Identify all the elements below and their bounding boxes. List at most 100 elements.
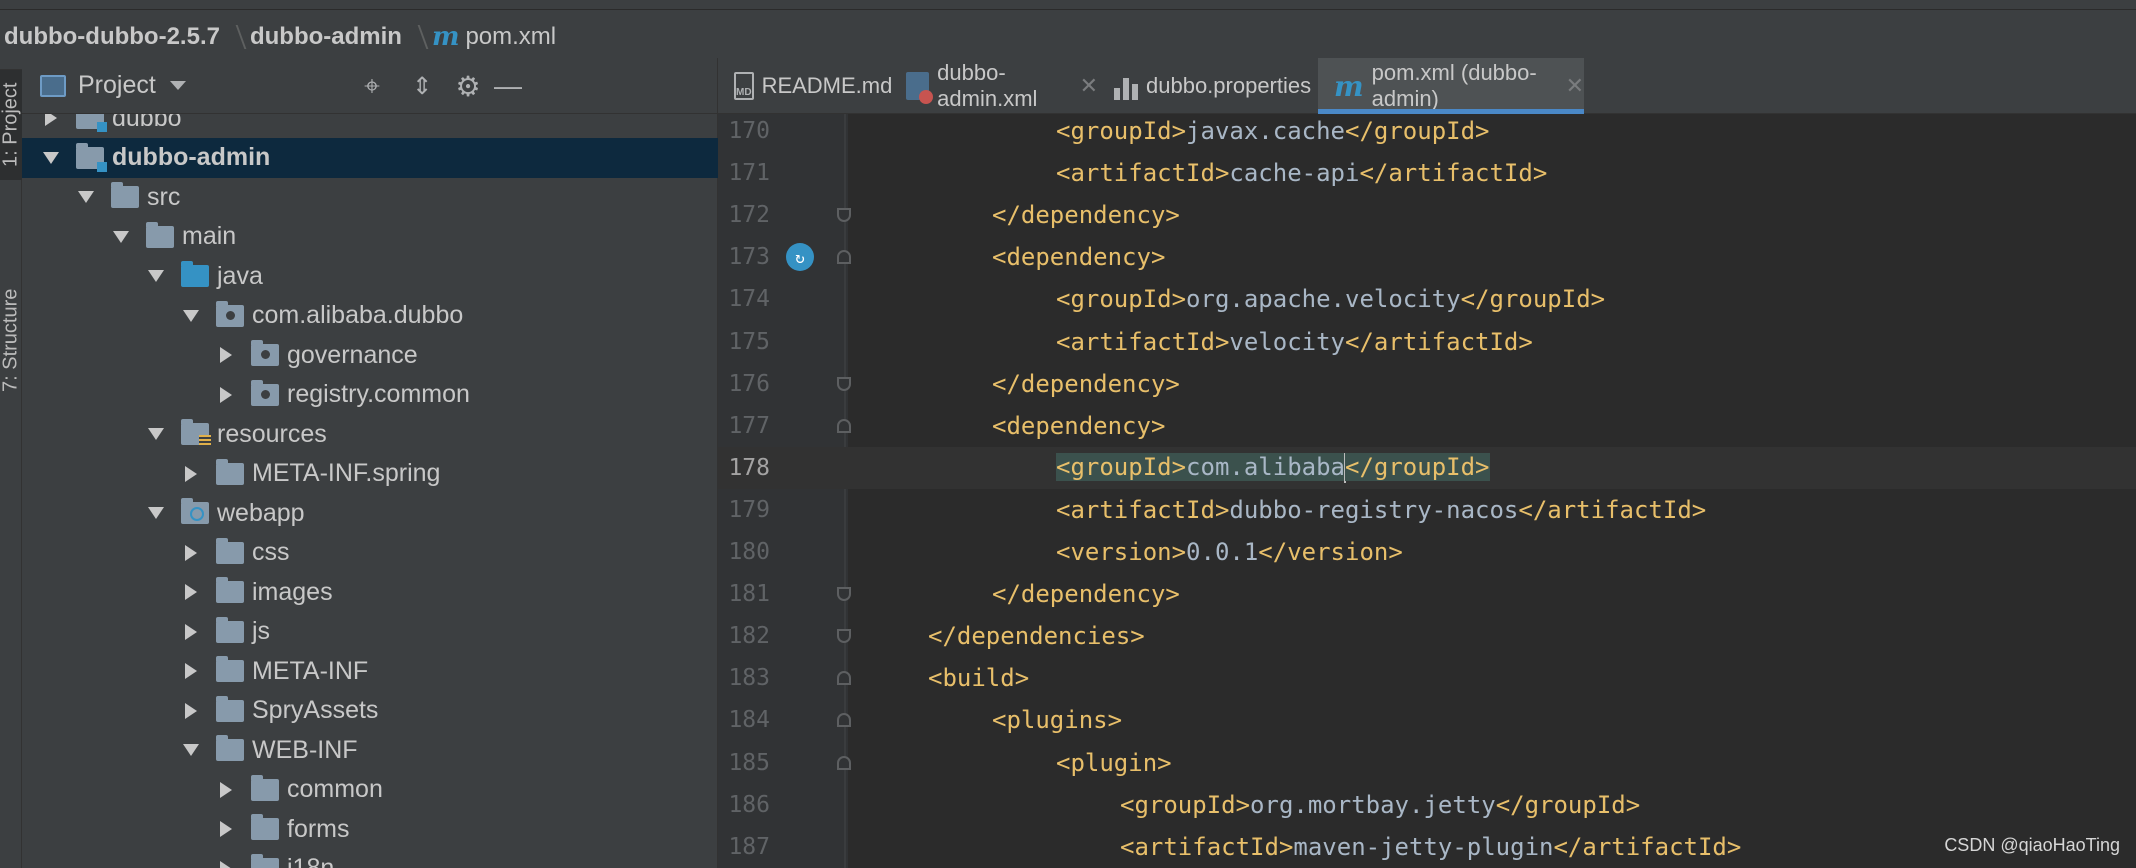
xml-open-tag: <artifactId> <box>1056 495 1230 524</box>
collapsed-arrow-icon[interactable] <box>180 651 202 691</box>
code-line[interactable]: 173 ↻ <dependency> <box>718 236 2136 278</box>
fold-marker-icon[interactable] <box>837 208 851 223</box>
code-line[interactable]: 174 <groupId>org.apache.velocity</groupId… <box>718 278 2136 320</box>
code-line[interactable]: 170 <groupId>javax.cache</groupId> <box>718 114 2136 152</box>
chevron-down-icon[interactable] <box>169 81 186 90</box>
expanded-arrow-icon[interactable] <box>145 493 167 533</box>
maven-file-icon: m <box>1334 69 1364 103</box>
xml-open-tag: <version> <box>1056 538 1187 566</box>
project-tool-tab[interactable]: 1: Project <box>0 70 22 180</box>
collapse-all-icon[interactable]: ⇕ <box>406 70 438 102</box>
tree-item[interactable]: SpryAssets <box>22 691 718 731</box>
line-number: 173 <box>728 244 770 271</box>
editor-tab[interactable]: m pom.xml (dubbo-admin) ✕ <box>1318 58 1584 114</box>
tree-item[interactable]: registry.common <box>22 375 718 415</box>
line-number: 170 <box>728 118 770 144</box>
code-content: <artifactId>dubbo-registry-nacos</artifa… <box>1056 496 1706 524</box>
close-tab-icon[interactable]: ✕ <box>1566 73 1584 99</box>
fold-marker-icon[interactable] <box>837 755 851 770</box>
code-line[interactable]: 178 <groupId>com.alibaba</groupId> <box>718 446 2136 489</box>
collapsed-arrow-icon[interactable] <box>215 770 237 810</box>
code-line[interactable]: 186 <groupId>org.mortbay.jetty</groupId> <box>718 784 2136 826</box>
expanded-arrow-icon[interactable] <box>145 414 167 454</box>
locate-file-icon[interactable]: ⌖ <box>356 70 388 102</box>
tree-item[interactable]: main <box>22 217 718 257</box>
tree-item[interactable]: common <box>22 770 718 810</box>
expanded-arrow-icon[interactable] <box>145 256 167 296</box>
code-line[interactable]: 181 </dependency> <box>718 573 2136 615</box>
fold-marker-icon[interactable] <box>837 376 851 391</box>
code-content: <build> <box>928 664 1029 692</box>
code-line[interactable]: 187 <artifactId>maven-jetty-plugin</artif… <box>718 826 2136 868</box>
code-line[interactable]: 175 <artifactId>velocity</artifactId> <box>718 321 2136 363</box>
xml-text: maven-jetty-plugin <box>1293 832 1554 861</box>
xml-close-tag: </groupId> <box>1345 452 1490 481</box>
collapsed-arrow-icon[interactable] <box>180 572 202 612</box>
close-tab-icon[interactable]: ✕ <box>1080 73 1098 99</box>
expanded-arrow-icon[interactable] <box>40 138 62 178</box>
code-editor[interactable]: 170 <groupId>javax.cache</groupId> 171 <art… <box>718 114 2136 868</box>
override-gutter-icon[interactable]: ↻ <box>786 243 814 272</box>
hide-panel-icon[interactable]: — <box>492 70 524 102</box>
fold-marker-icon[interactable] <box>837 587 851 602</box>
editor-tab[interactable]: dubbo-admin.xml ✕ <box>890 58 1098 114</box>
tree-item[interactable]: resources <box>22 414 718 454</box>
fold-marker-icon[interactable] <box>837 418 851 433</box>
project-view-selector[interactable]: Project <box>78 71 156 100</box>
expanded-arrow-icon[interactable] <box>75 177 97 217</box>
code-line[interactable]: 183 <build> <box>718 657 2136 699</box>
tree-item[interactable]: i18n <box>22 849 718 868</box>
tree-item[interactable]: com.alibaba.dubbo <box>22 296 718 336</box>
code-line[interactable]: 179 <artifactId>dubbo-registry-nacos</art… <box>718 489 2136 531</box>
code-line[interactable]: 172 </dependency> <box>718 194 2136 236</box>
code-line[interactable]: 182 </dependencies> <box>718 615 2136 657</box>
code-line[interactable]: 185 <plugin> <box>718 742 2136 784</box>
collapsed-arrow-icon[interactable] <box>180 454 202 494</box>
code-line[interactable]: 171 <artifactId>cache-api</artifactId> <box>718 152 2136 194</box>
tree-item[interactable]: WEB-INF <box>22 730 718 770</box>
editor-tab-label: README.md <box>761 73 893 98</box>
editor-tab[interactable]: MDREADME.md✕ <box>718 58 923 114</box>
collapsed-arrow-icon[interactable] <box>180 612 202 652</box>
tree-item[interactable]: images <box>22 572 718 612</box>
tree-item[interactable]: META-INF.spring <box>22 454 718 494</box>
expanded-arrow-icon[interactable] <box>110 217 132 257</box>
collapsed-arrow-icon[interactable] <box>215 849 237 868</box>
tree-item[interactable]: js <box>22 612 718 652</box>
collapsed-arrow-icon[interactable] <box>215 809 237 849</box>
xml-close-tag: </artifactId> <box>1359 159 1548 188</box>
breadcrumb-module[interactable]: dubbo-admin <box>250 23 402 51</box>
breadcrumb-file[interactable]: pom.xml <box>465 23 556 51</box>
tree-item[interactable]: webapp <box>22 493 718 533</box>
fold-marker-icon[interactable] <box>837 713 851 728</box>
line-number: 174 <box>728 286 770 313</box>
collapsed-arrow-icon[interactable] <box>180 691 202 731</box>
collapsed-arrow-icon[interactable] <box>215 335 237 375</box>
fold-marker-icon[interactable] <box>837 250 851 265</box>
code-line[interactable]: 180 <version>0.0.1</version> <box>718 531 2136 573</box>
tree-item[interactable]: forms <box>22 809 718 849</box>
code-line[interactable]: 184 <plugins> <box>718 699 2136 741</box>
structure-tool-tab[interactable]: 7: Structure <box>0 220 22 460</box>
code-line[interactable]: 177 <dependency> <box>718 405 2136 447</box>
tree-item[interactable]: META-INF <box>22 651 718 691</box>
tree-item[interactable]: dubbo-admin <box>22 137 718 178</box>
expanded-arrow-icon[interactable] <box>180 296 202 336</box>
collapsed-arrow-icon[interactable] <box>180 533 202 573</box>
fold-marker-icon[interactable] <box>837 629 851 644</box>
collapsed-arrow-icon[interactable] <box>40 114 62 138</box>
editor-tab[interactable]: dubbo.properties✕ <box>1098 58 1342 114</box>
tree-item[interactable]: dubbo <box>22 114 718 138</box>
gear-icon[interactable]: ⚙ <box>452 70 484 102</box>
collapsed-arrow-icon[interactable] <box>215 375 237 415</box>
breadcrumb-root[interactable]: dubbo-dubbo-2.5.7 <box>4 23 220 51</box>
tree-item[interactable]: src <box>22 177 718 217</box>
tree-item[interactable]: css <box>22 533 718 573</box>
tree-item[interactable]: governance <box>22 335 718 375</box>
expanded-arrow-icon[interactable] <box>180 730 202 770</box>
tree-item[interactable]: java <box>22 256 718 296</box>
code-line[interactable]: 176 </dependency> <box>718 363 2136 405</box>
breadcrumb-separator <box>228 22 242 52</box>
tree-item-label: com.alibaba.dubbo <box>252 301 464 329</box>
fold-marker-icon[interactable] <box>837 671 851 686</box>
